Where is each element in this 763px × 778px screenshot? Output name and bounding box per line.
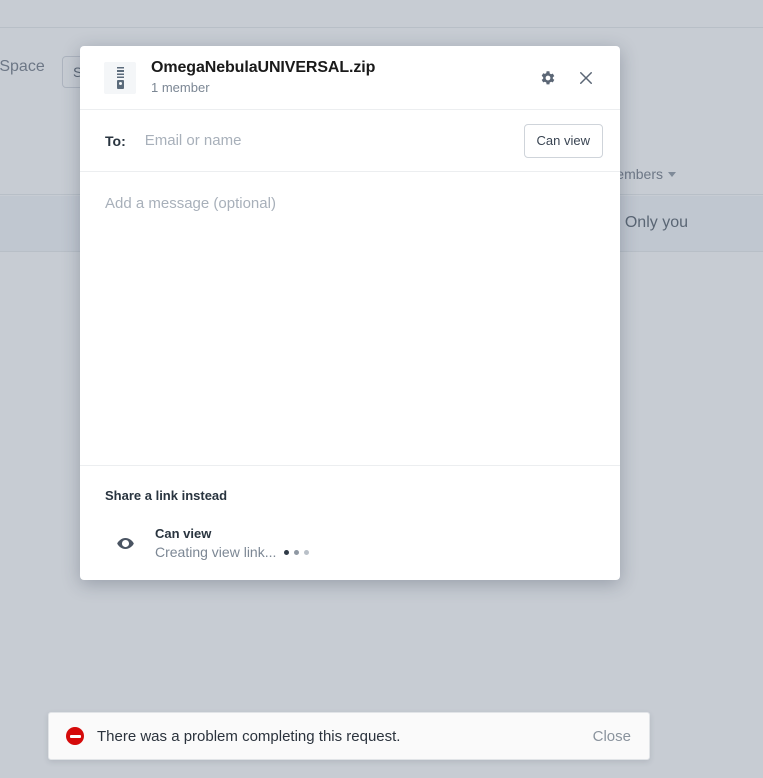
share-dialog: OmegaNebulaUNIVERSAL.zip 1 member To: Em…	[80, 46, 620, 580]
share-link-section: Share a link instead Can view Creating v…	[80, 466, 620, 580]
error-icon	[66, 727, 84, 745]
share-link-title: Can view	[155, 526, 212, 541]
dialog-title: OmegaNebulaUNIVERSAL.zip	[151, 59, 376, 76]
close-icon[interactable]	[575, 67, 597, 89]
dialog-subtitle: 1 member	[151, 80, 210, 95]
zip-teeth	[117, 66, 124, 80]
loading-dots-icon	[284, 549, 310, 555]
zip-file-icon	[104, 61, 136, 94]
error-toast-message: There was a problem completing this requ…	[97, 727, 401, 745]
dialog-header-actions	[537, 67, 597, 89]
message-input[interactable]	[105, 194, 595, 465]
share-link-row[interactable]: Can view Creating view link...	[105, 525, 595, 562]
gear-icon[interactable]	[537, 67, 559, 89]
app-screen: n Space S Members Only you OmegaNebulaUN…	[0, 0, 763, 778]
share-link-text: Can view Creating view link...	[155, 525, 310, 562]
recipient-row: To: Can view	[80, 110, 620, 172]
share-link-status-text: Creating view link...	[155, 544, 277, 560]
eye-icon	[110, 534, 140, 553]
message-area	[80, 172, 620, 466]
zip-file-icon-body	[117, 66, 124, 89]
recipient-label: To:	[105, 132, 126, 149]
zip-pull	[117, 79, 124, 89]
error-toast-close-button[interactable]: Close	[593, 728, 631, 745]
error-toast: There was a problem completing this requ…	[48, 712, 650, 760]
dialog-header: OmegaNebulaUNIVERSAL.zip 1 member	[80, 46, 620, 110]
recipient-permission-button[interactable]: Can view	[523, 123, 603, 158]
share-link-status-row: Creating view link...	[155, 543, 310, 562]
recipient-input[interactable]	[144, 132, 524, 149]
share-link-heading: Share a link instead	[105, 488, 228, 503]
dialog-header-text: OmegaNebulaUNIVERSAL.zip 1 member	[151, 58, 537, 97]
